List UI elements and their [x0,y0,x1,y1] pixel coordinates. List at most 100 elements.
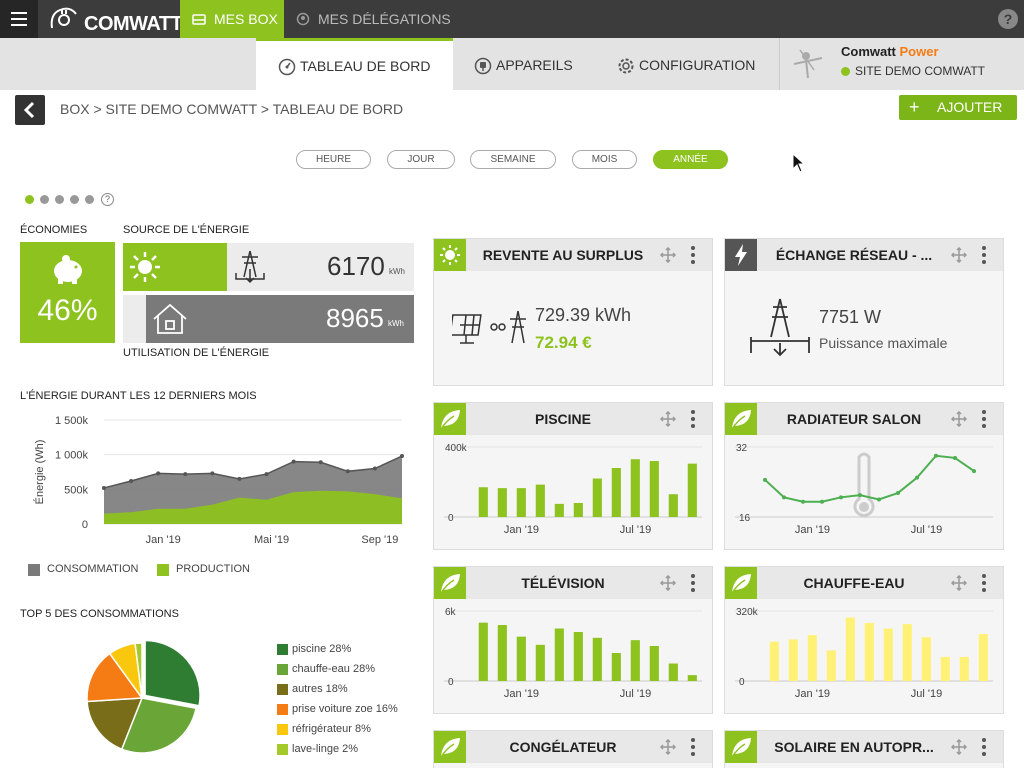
legend-label: autres 18% [292,683,348,695]
site-selector[interactable]: Comwatt Power SITE DEMO COMWATT [779,38,1024,90]
carousel-dot-1[interactable] [25,195,34,204]
widget-radiateur-salon[interactable]: RADIATEUR SALON 32 16 Jan '19 Jul '19 [724,402,1004,550]
pylon-icon [235,250,265,284]
legend-consommation: CONSOMMATION [28,563,138,576]
top5-title: TOP 5 DES CONSOMMATIONS [20,608,179,620]
tab-mes-box[interactable]: MES BOX [180,0,284,38]
source-solar-bar [123,243,227,291]
more-menu-icon[interactable] [981,246,987,264]
carousel-dot-4[interactable] [70,195,79,204]
widget-television[interactable]: TÉLÉVISION 6k 0 Jan '19 Jul '19 [433,566,713,714]
period-jour[interactable]: JOUR [387,150,455,169]
point [820,499,824,504]
tab-tableau-de-bord[interactable]: TABLEAU DE BORD [256,38,453,90]
carousel-dot-3[interactable] [55,195,64,204]
widget-title: RADIATEUR SALON [786,411,922,427]
move-icon[interactable] [951,739,967,755]
widget-title: CONGÉLATEUR [509,739,617,755]
legend-production: PRODUCTION [157,563,250,576]
legend-label: réfrigérateur 8% [292,723,371,735]
back-button[interactable] [15,95,45,125]
mouse-cursor-icon [792,153,804,173]
bar [687,463,697,517]
bar [497,625,507,681]
move-icon[interactable] [951,575,967,591]
bar [826,650,836,681]
delegations-icon [296,12,310,26]
more-menu-icon[interactable] [690,410,696,428]
widget-piscine[interactable]: PISCINE 400k 0 Jan '19 Jul '19 [433,402,713,550]
x-tick-label: Jul '19 [620,524,651,536]
y-tick-label: 16 [739,513,751,524]
period-heure[interactable]: HEURE [296,150,371,169]
y-axis-label: Énergie (Wh) [33,440,46,505]
widget-title: CHAUFFE-EAU [803,575,905,591]
bar [573,632,583,681]
more-menu-icon[interactable] [981,410,987,428]
legend-swatch [277,724,288,735]
widget-congelateur[interactable]: CONGÉLATEUR [433,730,713,768]
site-illustration-icon [793,49,823,79]
period-mois[interactable]: MOIS [572,150,637,169]
bar [573,503,583,517]
y-tick-label: 1 000k [55,450,89,462]
sun-icon [434,239,466,271]
source-unit: kWh [389,267,405,276]
gauge-icon [278,59,296,76]
widget-title: REVENTE AU SURPLUS [482,247,644,263]
tab-mes-delegations[interactable]: MES DÉLÉGATIONS [284,0,464,38]
widget-echange-reseau[interactable]: ÉCHANGE RÉSEAU - ... 7751 W Puissance ma… [724,238,1004,386]
add-button[interactable]: + AJOUTER [899,95,1017,120]
more-menu-icon[interactable] [690,738,696,756]
bar [788,639,798,681]
comwatt-logo[interactable]: COMWATT [46,4,183,35]
more-menu-icon[interactable] [981,574,987,592]
widget-solaire[interactable]: SOLAIRE EN AUTOPR... [724,730,1004,768]
more-menu-icon[interactable] [981,738,987,756]
menu-icon[interactable] [0,0,38,38]
tab-appareils-label: APPAREILS [496,57,573,73]
x-tick-label: Jul '19 [911,524,942,536]
usage-spacer [123,295,146,343]
y-tick-label: 400k [445,443,468,454]
legend-item: réfrigérateur 8% [277,722,371,736]
x-tick-label: Jul '19 [911,688,942,700]
move-icon[interactable] [660,247,676,263]
widget-chauffe-eau[interactable]: CHAUFFE-EAU 320k 0 Jan '19 Jul '19 [724,566,1004,714]
point-consommation [264,472,269,477]
legend-item: lave-linge 2% [277,742,358,756]
top5-pie-chart [86,639,201,754]
x-tick-label: Sep '19 [361,534,398,546]
move-icon[interactable] [951,247,967,263]
bar [769,641,779,681]
widget-revente[interactable]: REVENTE AU SURPLUS 729.39 kWh 72.94 € [433,238,713,386]
y-tick-label: 6k [445,607,457,618]
move-icon[interactable] [951,411,967,427]
move-icon[interactable] [660,411,676,427]
point [877,497,881,502]
tab-appareils[interactable]: APPAREILS [474,38,594,90]
more-menu-icon[interactable] [690,246,696,264]
help-button[interactable]: ? [998,9,1018,29]
bar [668,494,678,517]
economies-tile: 46% [20,242,115,343]
move-icon[interactable] [660,575,676,591]
point [858,493,862,498]
carousel-dot-2[interactable] [40,195,49,204]
bar [478,622,488,681]
tab-mes-delegations-label: MES DÉLÉGATIONS [318,11,451,27]
help-circle-icon[interactable]: ? [101,193,114,206]
point [934,453,938,458]
tab-configuration[interactable]: CONFIGURATION [617,38,767,90]
revente-energy: 729.39 kWh [535,305,632,325]
bar [864,623,874,681]
bar [902,624,912,681]
more-menu-icon[interactable] [690,574,696,592]
period-annee[interactable]: ANNÉE [653,150,728,169]
legend-label: chauffe-eau 28% [292,663,375,675]
period-semaine[interactable]: SEMAINE [470,150,556,169]
move-icon[interactable] [660,739,676,755]
carousel-dot-5[interactable] [85,195,94,204]
x-tick-label: Jan '19 [504,688,539,700]
legend-label: prise voiture zoe 16% [292,703,398,715]
